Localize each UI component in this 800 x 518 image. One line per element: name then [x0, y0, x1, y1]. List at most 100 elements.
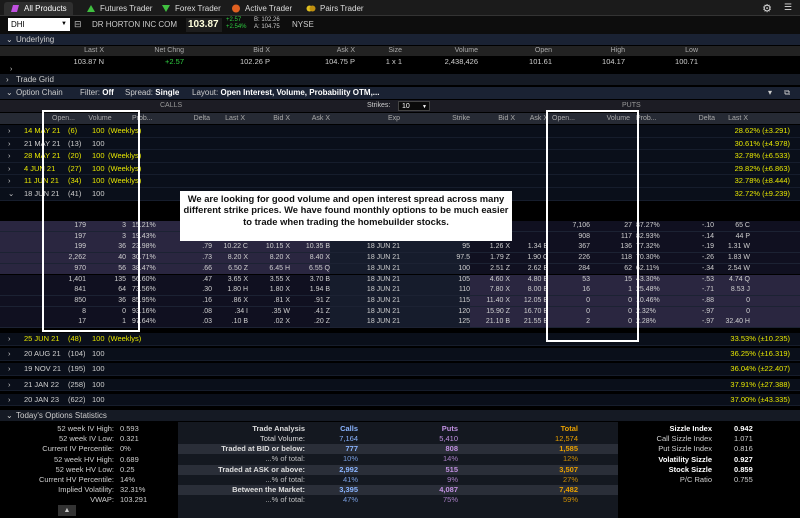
strike-cell[interactable]: 115 — [400, 296, 470, 307]
strike-cell[interactable]: 10.15 X — [248, 242, 290, 253]
strike-cell[interactable]: 3.65 X — [212, 275, 248, 286]
chevron-right-icon[interactable]: › — [8, 163, 11, 176]
strike-cell[interactable]: -.26 — [680, 253, 714, 264]
strike-cell[interactable]: 0 — [714, 307, 750, 318]
tab-pairs-trader[interactable]: Pairs Trader — [300, 2, 370, 15]
strike-cell[interactable]: 97.5 — [400, 253, 470, 264]
tab-futures-trader[interactable]: Futures Trader — [80, 2, 158, 15]
strike-cell[interactable]: 10.22 C — [212, 242, 248, 253]
strike-cell[interactable]: 62.11% — [636, 264, 680, 275]
strike-cell[interactable]: 4.80 B — [510, 275, 548, 286]
strike-cell[interactable]: .02 X — [248, 317, 290, 328]
chevron-down-icon[interactable]: ▾ — [768, 87, 772, 99]
lock-icon[interactable]: ⊟ — [74, 19, 82, 30]
strike-cell[interactable]: 11.40 X — [470, 296, 510, 307]
strike-cell[interactable]: 44 P — [714, 232, 750, 243]
strike-cell[interactable]: 2.51 Z — [470, 264, 510, 275]
strike-cell[interactable]: 2.32% — [636, 307, 680, 318]
strike-cell[interactable]: 18 JUN 21 — [330, 296, 400, 307]
tab-active-trader[interactable]: Active Trader — [225, 2, 298, 15]
tab-forex-trader[interactable]: Forex Trader — [155, 2, 227, 15]
strike-cell[interactable]: 1.90 C — [510, 253, 548, 264]
strike-cell[interactable]: 6.55 Q — [290, 264, 330, 275]
chevron-right-icon[interactable]: › — [8, 348, 11, 361]
strike-cell[interactable]: .73 — [170, 253, 212, 264]
symbol-input[interactable]: DHI ▼ — [8, 18, 70, 31]
underlying-section-header[interactable]: ⌄ Underlying — [0, 34, 800, 45]
strike-cell[interactable]: 18 JUN 21 — [330, 307, 400, 318]
chevron-right-icon[interactable]: › — [8, 394, 11, 407]
strike-cell[interactable]: 125 — [400, 317, 470, 328]
chevron-down-icon[interactable]: ⌄ — [8, 188, 14, 201]
column-header[interactable]: Ask X — [290, 113, 330, 124]
menu-icon[interactable]: ☰ — [784, 2, 792, 13]
strike-cell[interactable]: 77.32% — [636, 242, 680, 253]
expiration-row[interactable]: › 20 AUG 21 (104) 100 36.25% (±16.319) — [0, 348, 800, 361]
option-chain-title[interactable]: Option Chain — [16, 87, 63, 99]
strike-cell[interactable]: 1.79 Z — [470, 253, 510, 264]
strike-cell[interactable]: .35 W — [248, 307, 290, 318]
strike-cell[interactable]: 18 JUN 21 — [330, 264, 400, 275]
strike-cell[interactable]: 110 — [400, 285, 470, 296]
column-header[interactable]: Strike — [400, 113, 470, 124]
strike-cell[interactable]: -.97 — [680, 317, 714, 328]
chevron-right-icon[interactable]: › — [10, 66, 12, 73]
strike-cell[interactable]: 1.26 X — [470, 242, 510, 253]
strike-cell[interactable]: .47 — [170, 275, 212, 286]
strike-cell[interactable]: 8.53 J — [714, 285, 750, 296]
chevron-right-icon[interactable]: › — [8, 333, 11, 346]
column-header[interactable]: Delta — [175, 113, 210, 124]
chevron-right-icon[interactable]: › — [8, 379, 11, 392]
strike-cell[interactable]: -.10 — [680, 221, 714, 232]
strike-cell[interactable]: 7.80 X — [470, 285, 510, 296]
strike-cell[interactable]: .86 X — [212, 296, 248, 307]
spread-control[interactable]: Spread: Single — [125, 87, 179, 99]
expiration-row[interactable]: › 20 JAN 23 (622) 100 37.00% (±43.335) — [0, 393, 800, 407]
strike-cell[interactable]: 18 JUN 21 — [330, 242, 400, 253]
strike-cell[interactable]: .66 — [170, 264, 212, 275]
strike-cell[interactable]: 32.40 H — [714, 317, 750, 328]
expiration-row[interactable]: › 25 JUN 21 (48) 100 (Weeklys) 33.53% (±10.23… — [0, 333, 800, 346]
strike-cell[interactable]: -.71 — [680, 285, 714, 296]
strike-cell[interactable]: 3.70 B — [290, 275, 330, 286]
strike-cell[interactable]: 70.30% — [636, 253, 680, 264]
strikes-select[interactable]: 10 ▼ — [398, 101, 430, 111]
column-header[interactable]: Exp — [330, 113, 400, 124]
strike-cell[interactable]: 18 JUN 21 — [330, 285, 400, 296]
strike-cell[interactable]: -.97 — [680, 307, 714, 318]
strike-cell[interactable]: .81 X — [248, 296, 290, 307]
strike-cell[interactable]: -.19 — [680, 242, 714, 253]
strike-cell[interactable]: -.34 — [680, 264, 714, 275]
strike-cell[interactable]: -.88 — [680, 296, 714, 307]
strike-cell[interactable]: 8.20 X — [248, 253, 290, 264]
chevron-right-icon[interactable]: › — [8, 175, 11, 188]
strike-cell[interactable]: 10.46% — [636, 296, 680, 307]
stats-section-header[interactable]: ⌄ Today's Options Statistics — [0, 410, 800, 421]
strike-cell[interactable]: 8.00 B — [510, 285, 548, 296]
strike-cell[interactable]: .03 — [170, 317, 212, 328]
strike-cell[interactable]: 100 — [400, 264, 470, 275]
strike-cell[interactable]: .91 Z — [290, 296, 330, 307]
column-header[interactable]: Bid X — [245, 113, 290, 124]
popout-icon[interactable]: ⧉ — [784, 87, 790, 99]
strike-cell[interactable]: -.14 — [680, 232, 714, 243]
strike-cell[interactable]: 18 JUN 21 — [330, 253, 400, 264]
strike-cell[interactable]: 1.83 W — [714, 253, 750, 264]
strike-cell[interactable]: 1.31 W — [714, 242, 750, 253]
strike-cell[interactable]: 4.74 Q — [714, 275, 750, 286]
strike-cell[interactable]: 43.30% — [636, 275, 680, 286]
layout-control[interactable]: Layout: Open Interest, Volume, Probabili… — [192, 87, 379, 99]
strike-cell[interactable]: 1.94 B — [290, 285, 330, 296]
strike-cell[interactable]: 2.54 W — [714, 264, 750, 275]
column-header[interactable]: Bid X — [470, 113, 515, 124]
strike-cell[interactable]: 6.45 H — [248, 264, 290, 275]
strike-cell[interactable]: 3.55 X — [248, 275, 290, 286]
strike-cell[interactable]: .10 B — [212, 317, 248, 328]
chevron-right-icon[interactable]: › — [8, 150, 11, 163]
strike-cell[interactable]: 16.70 B — [510, 307, 548, 318]
chevron-right-icon[interactable]: › — [8, 138, 11, 151]
strike-cell[interactable]: 105 — [400, 275, 470, 286]
filter-control[interactable]: Filter: Off — [80, 87, 114, 99]
strike-cell[interactable]: 2.62 B — [510, 264, 548, 275]
strike-cell[interactable]: 95 — [400, 242, 470, 253]
